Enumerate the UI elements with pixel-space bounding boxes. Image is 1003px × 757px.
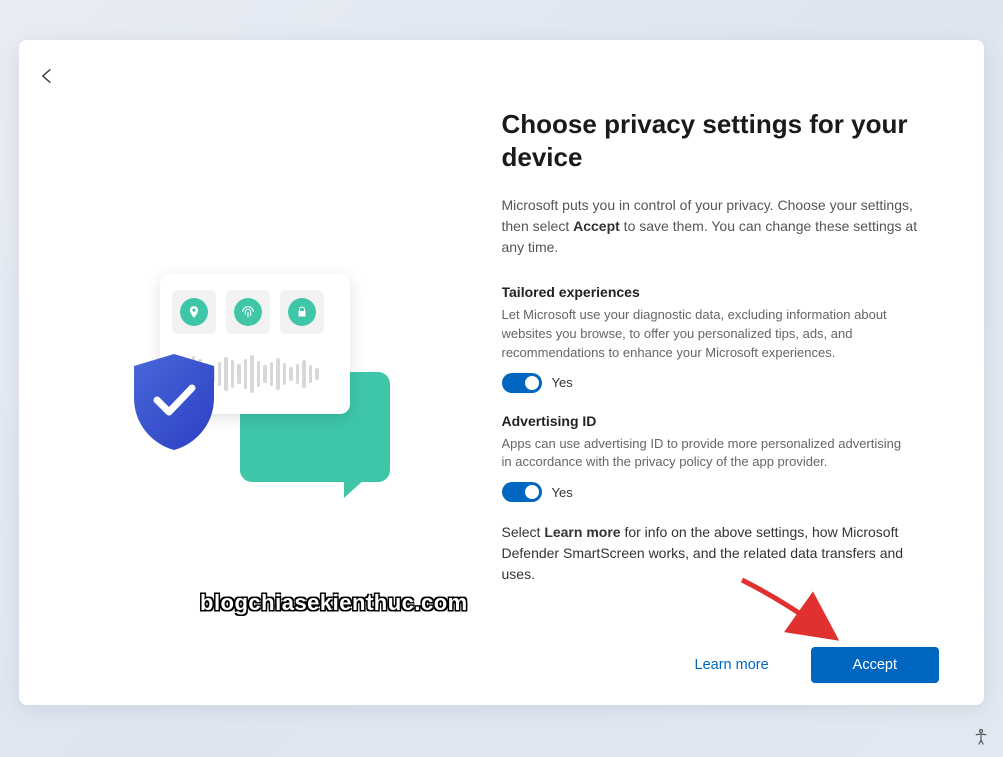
toggle-state-label: Yes <box>552 485 573 500</box>
accept-button[interactable]: Accept <box>811 647 939 683</box>
settings-scroll-area[interactable]: Tailored experiences Let Microsoft use y… <box>502 284 930 622</box>
advertising-id-toggle[interactable] <box>502 482 542 502</box>
setting-tailored-experiences: Tailored experiences Let Microsoft use y… <box>502 284 908 393</box>
shield-icon <box>130 352 218 452</box>
setting-description: Let Microsoft use your diagnostic data, … <box>502 306 908 363</box>
location-icon <box>172 290 216 334</box>
lock-icon <box>280 290 324 334</box>
sub-bold: Accept <box>573 218 620 234</box>
toggle-state-label: Yes <box>552 375 573 390</box>
setting-title: Advertising ID <box>502 413 908 429</box>
footer-bold: Learn more <box>544 524 620 540</box>
setting-description: Apps can use advertising ID to provide m… <box>502 435 908 473</box>
accessibility-button[interactable] <box>969 725 993 749</box>
page-title: Choose privacy settings for your device <box>502 108 930 173</box>
tailored-experiences-toggle[interactable] <box>502 373 542 393</box>
watermark-text: blogchiasekienthuc.com <box>200 590 468 616</box>
footer-pre: Select <box>502 524 545 540</box>
setting-title: Tailored experiences <box>502 284 908 300</box>
setting-advertising-id: Advertising ID Apps can use advertising … <box>502 413 908 503</box>
settings-pane: Choose privacy settings for your device … <box>502 78 985 705</box>
content-area: Choose privacy settings for your device … <box>19 40 984 705</box>
action-bar: Learn more Accept <box>671 647 940 683</box>
page-subtitle: Microsoft puts you in control of your pr… <box>502 195 930 258</box>
privacy-illustration <box>130 272 390 512</box>
learn-more-button[interactable]: Learn more <box>671 647 793 683</box>
footer-info-text: Select Learn more for info on the above … <box>502 522 908 585</box>
fingerprint-icon <box>226 290 270 334</box>
oobe-window: Choose privacy settings for your device … <box>19 40 984 705</box>
